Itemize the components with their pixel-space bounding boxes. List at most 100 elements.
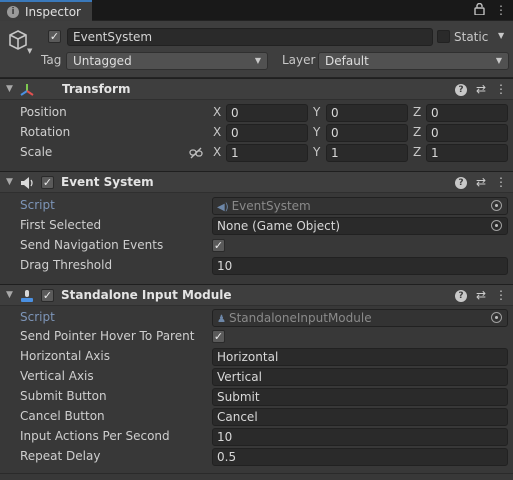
- input-module-header[interactable]: ▼ ✓ Standalone Input Module ? ⇄ ⋮: [0, 284, 513, 306]
- axis-y-label: Y: [313, 105, 321, 119]
- position-label: Position: [20, 105, 67, 119]
- divider: [0, 473, 513, 474]
- vertical-axis-label: Vertical Axis: [20, 369, 94, 383]
- tag-dropdown[interactable]: Untagged ▼: [66, 52, 268, 70]
- send-navigation-label: Send Navigation Events: [20, 238, 164, 252]
- object-picker-icon[interactable]: [491, 312, 502, 323]
- scale-z-field[interactable]: 1: [426, 144, 508, 162]
- tab-bar: i Inspector ⋮: [0, 0, 513, 21]
- event-system-header[interactable]: ▼ ✓ Event System ? ⇄ ⋮: [0, 171, 513, 193]
- foldout-arrow-icon[interactable]: ▼: [6, 84, 13, 94]
- active-toggle[interactable]: ✓: [48, 30, 61, 43]
- first-selected-row: First Selected None (Game Object): [0, 216, 513, 236]
- axis-z-label: Z: [413, 125, 422, 139]
- help-icon[interactable]: ?: [454, 177, 467, 189]
- axis-x-label: X: [213, 145, 222, 159]
- horizontal-axis-row: Horizontal Axis Horizontal: [0, 347, 513, 367]
- scale-x-field[interactable]: 1: [226, 144, 308, 162]
- es-script-row: Script ◀) EventSystem: [0, 196, 513, 216]
- es-script-field[interactable]: ◀) EventSystem: [212, 197, 508, 215]
- submit-button-field[interactable]: Submit: [212, 388, 508, 406]
- component-menu-icon[interactable]: ⋮: [495, 82, 507, 96]
- position-x-field[interactable]: 0: [226, 104, 308, 122]
- im-script-row: Script ♟ StandaloneInputModule: [0, 308, 513, 328]
- chevron-down-icon: ▼: [495, 56, 502, 65]
- event-system-enabled-toggle[interactable]: ✓: [41, 176, 54, 189]
- repeat-delay-row: Repeat Delay 0.5: [0, 447, 513, 467]
- layer-dropdown[interactable]: Default ▼: [318, 52, 509, 70]
- im-script-field[interactable]: ♟ StandaloneInputModule: [212, 309, 508, 327]
- presets-icon[interactable]: ⇄: [476, 288, 486, 302]
- axis-y-label: Y: [313, 125, 321, 139]
- hover-parent-label: Send Pointer Hover To Parent: [20, 329, 195, 343]
- position-z-field[interactable]: 0: [426, 104, 508, 122]
- cancel-button-row: Cancel Button Cancel: [0, 407, 513, 427]
- scale-y-field[interactable]: 1: [326, 144, 408, 162]
- axis-x-label: X: [213, 125, 222, 139]
- input-actions-label: Input Actions Per Second: [20, 429, 170, 443]
- position-y-field[interactable]: 0: [326, 104, 408, 122]
- static-checkbox[interactable]: [437, 30, 450, 43]
- axis-y-label: Y: [313, 145, 321, 159]
- drag-threshold-row: Drag Threshold 10: [0, 256, 513, 276]
- horizontal-axis-field[interactable]: Horizontal: [212, 348, 508, 366]
- script-file-icon: ◀): [217, 202, 229, 213]
- axis-x-label: X: [213, 105, 222, 119]
- rotation-y-field[interactable]: 0: [326, 124, 408, 142]
- drag-threshold-label: Drag Threshold: [20, 258, 113, 272]
- presets-icon[interactable]: ⇄: [476, 175, 486, 189]
- first-selected-field[interactable]: None (Game Object): [212, 217, 508, 235]
- cancel-button-label: Cancel Button: [20, 409, 105, 423]
- static-dropdown-arrow-icon[interactable]: ▼: [498, 31, 504, 40]
- input-module-title: Standalone Input Module: [61, 288, 232, 302]
- object-picker-icon[interactable]: [491, 200, 502, 211]
- horizontal-axis-label: Horizontal Axis: [20, 349, 110, 363]
- event-system-title: Event System: [61, 175, 154, 189]
- object-picker-icon[interactable]: [491, 220, 502, 231]
- rotation-z-field[interactable]: 0: [426, 124, 508, 142]
- help-icon[interactable]: ?: [454, 84, 467, 96]
- vertical-axis-row: Vertical Axis Vertical: [0, 367, 513, 387]
- cancel-button-field[interactable]: Cancel: [212, 408, 508, 426]
- axis-z-label: Z: [413, 145, 422, 159]
- foldout-arrow-icon[interactable]: ▼: [6, 177, 13, 187]
- component-menu-icon[interactable]: ⋮: [495, 175, 507, 189]
- rotation-row: Rotation X 0 Y 0 Z 0: [0, 123, 513, 143]
- presets-icon[interactable]: ⇄: [476, 82, 486, 96]
- input-module-enabled-toggle[interactable]: ✓: [41, 289, 54, 302]
- submit-button-row: Submit Button Submit: [0, 387, 513, 407]
- transform-title: Transform: [62, 82, 131, 96]
- lock-icon[interactable]: [474, 2, 485, 18]
- drag-threshold-field[interactable]: 10: [212, 257, 508, 275]
- vertical-axis-field[interactable]: Vertical: [212, 368, 508, 386]
- info-icon: i: [7, 5, 19, 18]
- script-label: Script: [20, 198, 55, 212]
- axis-z-label: Z: [413, 105, 422, 119]
- tab-inspector[interactable]: i Inspector: [0, 0, 92, 21]
- submit-button-label: Submit Button: [20, 389, 107, 403]
- script-file-icon: ♟: [217, 314, 226, 325]
- tag-label: Tag: [41, 53, 62, 67]
- transform-header[interactable]: ▼ Transform ? ⇄ ⋮: [0, 78, 513, 100]
- icon-dropdown-arrow-icon[interactable]: ▼: [27, 47, 32, 55]
- hover-parent-checkbox[interactable]: ✓: [212, 330, 225, 343]
- name-field[interactable]: EventSystem: [67, 28, 433, 46]
- foldout-arrow-icon[interactable]: ▼: [6, 290, 13, 300]
- more-menu-icon[interactable]: ⋮: [495, 3, 507, 18]
- repeat-delay-field[interactable]: 0.5: [212, 448, 508, 466]
- gameobject-cube-icon[interactable]: [7, 29, 29, 51]
- tag-value: Untagged: [73, 54, 132, 68]
- input-module-icon: [20, 289, 34, 303]
- component-menu-icon[interactable]: ⋮: [495, 288, 507, 302]
- layer-label: Layer: [282, 53, 316, 67]
- send-navigation-row: Send Navigation Events ✓: [0, 236, 513, 256]
- send-navigation-checkbox[interactable]: ✓: [212, 239, 225, 252]
- repeat-delay-label: Repeat Delay: [20, 449, 101, 463]
- constrain-proportions-icon[interactable]: [189, 147, 203, 162]
- scale-row: Scale X 1 Y 1 Z 1: [0, 143, 513, 163]
- tab-label: Inspector: [25, 4, 81, 19]
- input-actions-field[interactable]: 10: [212, 428, 508, 446]
- chevron-down-icon: ▼: [254, 56, 261, 65]
- rotation-x-field[interactable]: 0: [226, 124, 308, 142]
- help-icon[interactable]: ?: [454, 290, 467, 302]
